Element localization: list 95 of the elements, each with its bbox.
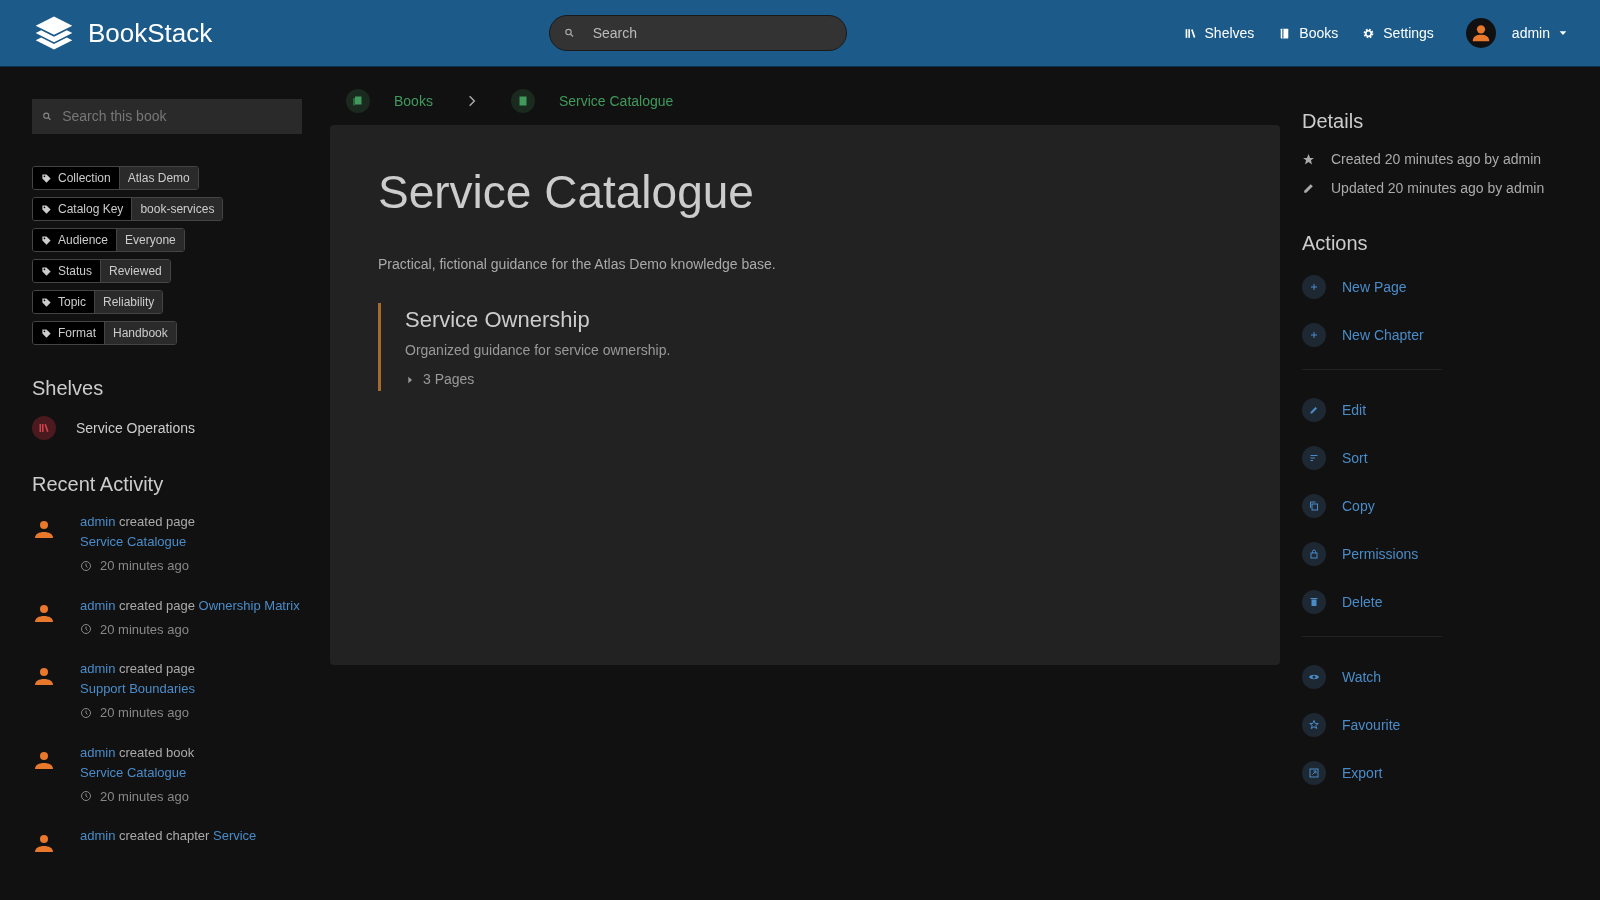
pencil-icon	[1308, 404, 1320, 416]
detail-text: Created 20 minutes ago by admin	[1331, 150, 1542, 169]
user-link[interactable]: admin	[80, 514, 116, 529]
plus-icon	[1308, 329, 1320, 341]
tag-value[interactable]: Everyone	[116, 229, 184, 251]
caret-icon	[405, 374, 415, 385]
user-link[interactable]: admin	[80, 828, 116, 843]
tag-name[interactable]: Audience	[33, 229, 117, 251]
action-link[interactable]: Favourite	[1302, 701, 1600, 749]
tag-value[interactable]: Handbook	[104, 322, 176, 344]
tag-name[interactable]: Status	[33, 260, 101, 282]
item-link[interactable]: Service	[213, 828, 257, 843]
section-heading: Details	[1302, 109, 1365, 133]
breadcrumb-link[interactable]: Books	[394, 90, 433, 112]
sort-icon	[1308, 452, 1320, 464]
search-field[interactable]: Search this book	[60, 105, 292, 128]
tag-icon	[41, 234, 52, 246]
timestamp: 20 minutes ago	[100, 704, 189, 722]
tag-icon	[41, 203, 52, 215]
tag-value[interactable]: Atlas Demo	[118, 167, 198, 189]
action-link[interactable]: Delete	[1302, 578, 1600, 626]
shelves-icon	[1183, 26, 1197, 40]
activity-text: admin created chapter Service	[80, 827, 257, 845]
activity-text: admin created page Service Catalogue	[80, 513, 196, 551]
section-heading: Recent Activity	[32, 472, 165, 496]
pencil-icon	[1302, 182, 1315, 195]
tag-name[interactable]: Format	[33, 322, 104, 344]
tag-icon	[41, 327, 52, 339]
action-link[interactable]: Sort	[1302, 434, 1600, 482]
export-icon	[1308, 767, 1320, 779]
user-menu[interactable]: admin	[1465, 18, 1568, 48]
clock-icon	[80, 706, 92, 719]
activity-text: admin created page Support Boundaries	[80, 660, 196, 698]
breadcrumb-link[interactable]: Service Catalogue	[558, 90, 674, 112]
timestamp: 20 minutes ago	[100, 557, 189, 575]
nav-link[interactable]: Settings	[1362, 22, 1434, 44]
user-link[interactable]: admin	[80, 744, 116, 760]
nav-link[interactable]: Shelves	[1183, 22, 1255, 44]
nav-link[interactable]: Books	[1278, 22, 1339, 44]
activity-text: admin created page Ownership Matrix	[80, 596, 300, 615]
tag-name[interactable]: Collection	[33, 167, 119, 189]
chapter-title: Service Ownership	[405, 306, 591, 335]
caret-icon	[1558, 28, 1568, 38]
chapter-description: Organized guidance for service ownership.	[405, 341, 672, 361]
user-link[interactable]: admin	[80, 597, 116, 613]
search-box[interactable]: Search	[548, 15, 847, 51]
clock-icon	[80, 559, 92, 572]
action-link[interactable]: New Chapter	[1302, 311, 1600, 359]
book-description: Practical, fictional guidance for the Atlas Demo knowledge base.	[378, 255, 777, 275]
user-link[interactable]: admin	[80, 661, 116, 676]
trash-icon	[1308, 596, 1320, 608]
action-link[interactable]: Copy	[1302, 482, 1600, 530]
tag-icon	[41, 172, 52, 184]
action-link[interactable]: Edit	[1302, 386, 1600, 434]
shelves-icon	[38, 422, 50, 434]
star-icon	[1302, 153, 1315, 166]
chapter-item[interactable]: Service Ownership Organized guidance for service ownership. 3 Pages	[378, 303, 1232, 391]
item-link[interactable]: Service Catalogue	[80, 534, 187, 549]
item-link[interactable]: Ownership Matrix	[198, 597, 300, 613]
tag-value[interactable]: Reliability	[94, 291, 163, 313]
lock-icon	[1308, 548, 1320, 560]
books-icon	[352, 95, 364, 107]
tag-value[interactable]: book-services	[131, 198, 223, 220]
book-title: Service Catalogue	[378, 165, 755, 220]
timestamp: 20 minutes ago	[100, 620, 189, 639]
logo-text[interactable]: BookStack	[88, 13, 213, 53]
item-link[interactable]: Service Catalogue	[80, 764, 187, 780]
action-link[interactable]: Export	[1302, 749, 1600, 797]
search-icon	[563, 27, 575, 39]
search-field[interactable]: Search	[590, 21, 832, 45]
tag-name[interactable]: Catalog Key	[33, 198, 132, 220]
tag-icon	[41, 296, 52, 308]
action-link[interactable]: New Page	[1302, 263, 1600, 311]
section-heading: Actions	[1302, 231, 1369, 255]
detail-text: Updated 20 minutes ago by admin	[1331, 179, 1545, 198]
plus-icon	[1308, 281, 1320, 293]
search-box[interactable]: Search this book	[32, 99, 302, 134]
star-icon	[1308, 719, 1320, 731]
avatar-icon	[1465, 18, 1496, 48]
tag-name[interactable]: Topic	[33, 291, 94, 313]
item-link[interactable]: Support Boundaries	[80, 681, 195, 696]
activity-text: admin created book Service Catalogue	[80, 743, 196, 782]
section-heading: Shelves	[32, 376, 105, 400]
search-icon	[42, 111, 53, 122]
tag-icon	[41, 265, 52, 277]
tag-value[interactable]: Reviewed	[100, 260, 170, 282]
pages-toggle[interactable]: 3 Pages	[405, 369, 475, 391]
clock-icon	[80, 790, 92, 803]
action-link[interactable]: Permissions	[1302, 530, 1600, 578]
shelf-link[interactable]: Service Operations	[76, 417, 196, 439]
action-link[interactable]: Watch	[1302, 653, 1600, 701]
clock-icon	[80, 623, 92, 636]
gear-icon	[1362, 26, 1376, 40]
copy-icon	[1308, 500, 1320, 512]
timestamp: 20 minutes ago	[100, 787, 189, 806]
